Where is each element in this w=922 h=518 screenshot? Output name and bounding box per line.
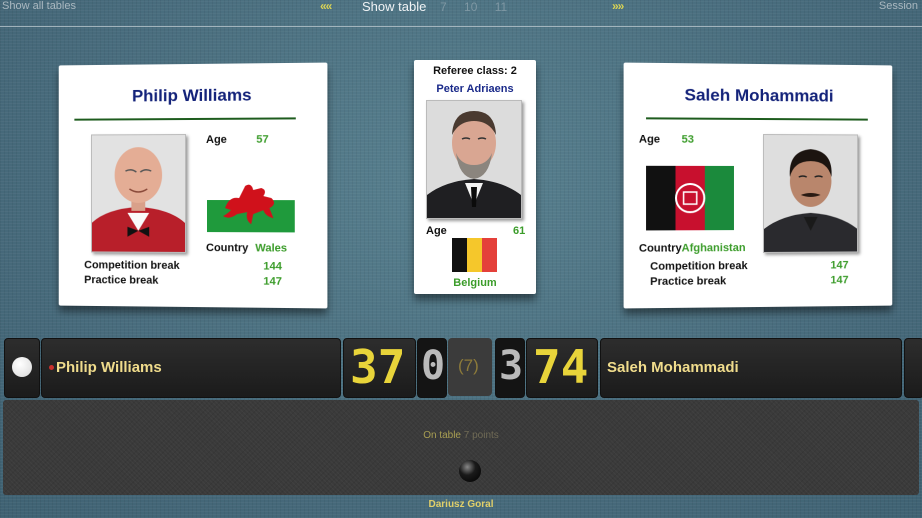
on-table-value: 7 points xyxy=(464,430,499,441)
player1-name: Philip Williams xyxy=(59,85,328,107)
referee-photo xyxy=(426,100,522,219)
table-number-10[interactable]: 10 xyxy=(464,0,477,14)
player2-practice-break-label: Practice break xyxy=(650,275,726,288)
player1-competition-break-label: Competition break xyxy=(84,259,179,272)
referee-country: Belgium xyxy=(414,277,536,289)
table-felt: On table 7 points xyxy=(3,400,919,495)
on-table-label: On table xyxy=(423,430,461,441)
wales-flag-icon xyxy=(207,168,295,233)
black-ball-icon xyxy=(459,460,481,482)
player1-card: Philip Williams Age 57 Country Wales Com… xyxy=(59,63,328,309)
double-chevron-right-icon[interactable]: »» xyxy=(612,0,623,13)
player2-score: 74 xyxy=(533,340,588,394)
top-divider xyxy=(0,26,922,27)
on-table-info: On table 7 points xyxy=(3,430,919,441)
player2-age-label: Age xyxy=(639,133,660,145)
referee-card: Referee class: 2 Peter Adriaens Age 61 B… xyxy=(414,60,536,294)
player1-country-value: Wales xyxy=(255,242,287,254)
session-link[interactable]: Session xyxy=(879,0,918,12)
player1-competition-break-value: 144 xyxy=(263,260,282,272)
player2-underline xyxy=(646,117,868,120)
player2-name: Saleh Mohammadi xyxy=(624,85,893,107)
double-chevron-left-icon[interactable]: «« xyxy=(320,0,331,13)
player2-ball-box xyxy=(904,338,922,398)
referee-age-label: Age xyxy=(426,225,447,237)
player2-practice-break-value: 147 xyxy=(830,274,848,286)
table-number-7[interactable]: 7 xyxy=(440,0,447,14)
player1-score: 37 xyxy=(350,340,405,394)
player1-age-label: Age xyxy=(206,134,227,146)
player2-age-value: 53 xyxy=(682,134,694,146)
player1-photo xyxy=(91,134,186,253)
cue-ball-box xyxy=(4,338,40,398)
scoreboard-player2-name: Saleh Mohammadi xyxy=(607,359,739,376)
player1-practice-break-label: Practice break xyxy=(84,274,158,287)
referee-class: Referee class: 2 xyxy=(414,65,536,77)
best-of-frames: (7) xyxy=(458,356,479,376)
best-of-box: (7) xyxy=(448,338,492,396)
player1-age-value: 57 xyxy=(256,134,268,146)
player2-competition-break-label: Competition break xyxy=(650,260,747,273)
player2-competition-break-value: 147 xyxy=(830,259,848,271)
show-all-tables-link[interactable]: Show all tables xyxy=(2,0,76,12)
player1-score-box: 37 xyxy=(343,338,416,398)
player1-underline xyxy=(74,117,295,120)
belgium-flag-icon xyxy=(452,238,497,272)
referee-age-value: 61 xyxy=(513,225,525,237)
player2-score-row: Saleh Mohammadi xyxy=(600,338,902,398)
player1-country-label: Country xyxy=(206,242,248,254)
scoreboard-player1-name: Philip Williams xyxy=(56,359,162,376)
player2-score-box: 74 xyxy=(526,338,598,398)
show-table-button[interactable]: Show table xyxy=(362,0,426,14)
commentator-name: Dariusz Goral xyxy=(0,499,922,510)
top-bar: Show all tables «« Show table 7 10 11 »»… xyxy=(0,0,922,14)
player1-score-row: Philip Williams xyxy=(41,338,341,398)
active-player-indicator xyxy=(49,365,54,370)
player1-frames: 0 xyxy=(421,343,445,389)
referee-name: Peter Adriaens xyxy=(414,83,536,95)
player1-practice-break-value: 147 xyxy=(263,276,282,288)
player2-photo xyxy=(763,134,858,253)
player2-country-label: Country xyxy=(639,242,682,254)
table-number-list: 7 10 11 xyxy=(440,0,521,14)
player2-frames-box: 3 xyxy=(495,338,525,398)
player2-frames: 3 xyxy=(499,343,523,389)
player2-country-value: Afghanistan xyxy=(682,242,746,254)
table-number-11[interactable]: 11 xyxy=(495,0,507,14)
player1-frames-box: 0 xyxy=(417,338,447,398)
player2-card: Saleh Mohammadi Age 53 Country Afghanist… xyxy=(624,63,893,309)
afghanistan-flag-icon xyxy=(646,166,734,231)
cue-ball-icon xyxy=(12,357,32,377)
